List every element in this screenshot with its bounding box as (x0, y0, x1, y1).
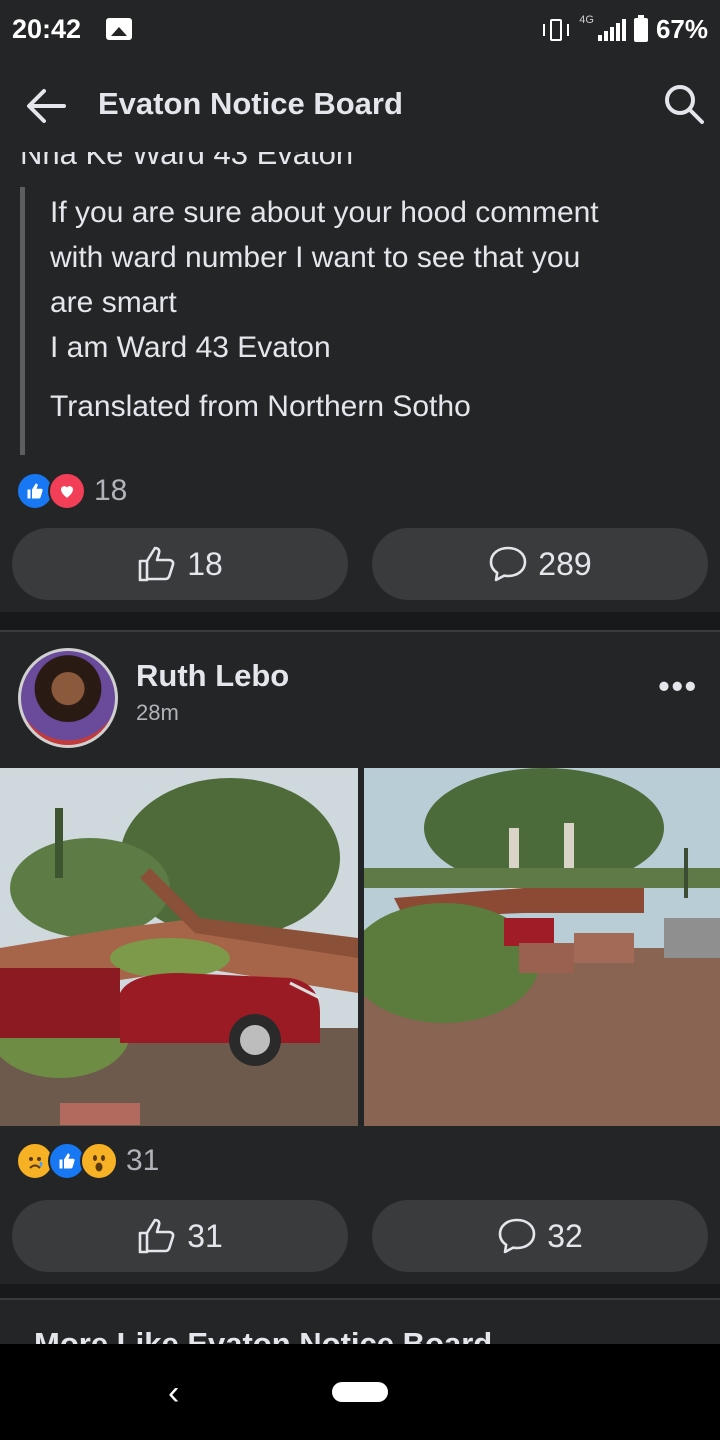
comment-count: 289 (538, 545, 592, 582)
feed-divider (0, 1284, 720, 1300)
app-bar: Evaton Notice Board (0, 62, 720, 154)
status-icons: 4G 67% (541, 14, 708, 45)
post-text-line: are smart (50, 286, 177, 319)
comment-button[interactable]: 289 (372, 528, 708, 600)
like-count: 31 (187, 1217, 223, 1254)
comment-button[interactable]: 32 (372, 1200, 708, 1272)
signal-icon (597, 18, 626, 41)
back-arrow-icon[interactable] (24, 86, 68, 126)
thumbs-up-icon (138, 1218, 175, 1254)
post-photo[interactable] (364, 768, 720, 1126)
battery-icon (633, 14, 648, 42)
post-original-text: Nna Ke Ward 43 Evaton (20, 152, 354, 171)
system-nav-bar: ‹ (0, 1344, 720, 1440)
section-title: More Like Evaton Notice Board (34, 1326, 493, 1344)
gallery-icon (106, 18, 132, 40)
post-photo[interactable] (0, 768, 358, 1126)
avatar[interactable] (18, 648, 118, 748)
network-type: 4G (579, 14, 594, 26)
post-text-line: with ward number I want to see that you (50, 241, 581, 274)
more-options-icon[interactable]: ••• (658, 668, 698, 705)
post-timestamp[interactable]: 28m (136, 700, 179, 726)
like-count: 18 (187, 545, 223, 582)
reaction-summary[interactable]: 18 (16, 472, 127, 510)
status-time: 20:42 (12, 14, 82, 44)
comment-icon (489, 546, 527, 582)
reaction-summary[interactable]: 31 (16, 1142, 159, 1180)
reaction-count: 18 (94, 474, 128, 507)
post-text-line: If you are sure about your hood comment (50, 196, 599, 229)
feed-divider (0, 612, 720, 632)
nav-home-pill[interactable] (332, 1382, 388, 1402)
page-title: Evaton Notice Board (98, 86, 403, 121)
thumbs-up-icon (138, 546, 175, 582)
search-icon[interactable] (662, 82, 706, 126)
post-card: Nna Ke Ward 43 Evaton If you are sure ab… (0, 152, 720, 612)
post-translated-text: If you are sure about your hood comment … (50, 190, 700, 370)
like-button[interactable]: 18 (12, 528, 348, 600)
suggestions-section: More Like Evaton Notice Board (0, 1300, 720, 1344)
nav-back-icon[interactable]: ‹ (168, 1374, 179, 1413)
post-author[interactable]: Ruth Lebo (136, 658, 289, 694)
comment-count: 32 (547, 1217, 583, 1254)
post-text-line: I am Ward 43 Evaton (50, 331, 331, 364)
vibrate-icon (541, 18, 571, 42)
battery-percent: 67% (655, 14, 708, 44)
status-bar: 20:42 4G 67% (0, 0, 720, 62)
comment-icon (498, 1218, 536, 1254)
wow-reaction-icon (80, 1142, 118, 1180)
post-card: Ruth Lebo 28m ••• 31 31 32 (0, 632, 720, 1284)
love-reaction-icon (48, 472, 86, 510)
translation-note[interactable]: Translated from Northern Sotho (50, 390, 471, 424)
like-button[interactable]: 31 (12, 1200, 348, 1272)
translation-quote-bar (20, 187, 25, 455)
reaction-count: 31 (126, 1144, 160, 1177)
